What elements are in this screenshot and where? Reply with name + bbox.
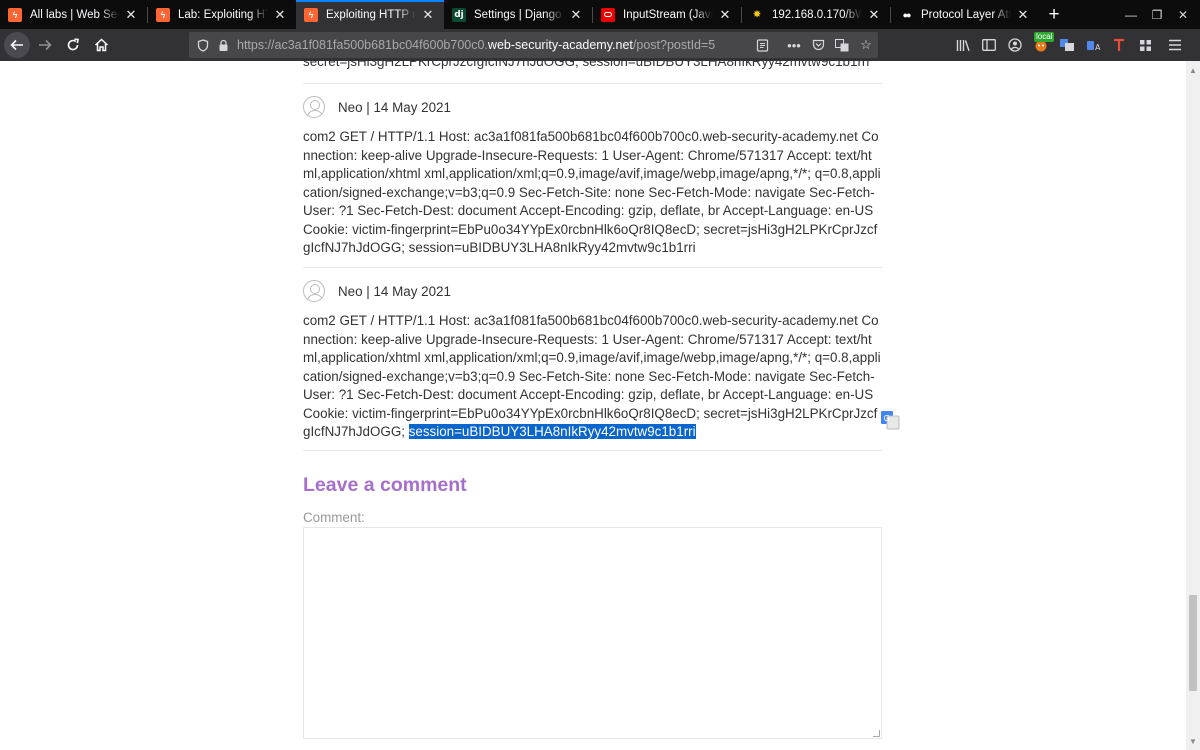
t-extension-icon[interactable] xyxy=(1106,31,1132,59)
textarea-resize-grip[interactable] xyxy=(873,730,880,737)
tab-title: InputStream (Java Platf xyxy=(623,8,713,21)
url-prefix: https://ac3a1f081fa500b681bc04f600b700c0… xyxy=(237,38,488,52)
avatar-icon xyxy=(303,280,325,302)
tab-bwapp[interactable]: ✸ 192.168.0.170/bWAPP/ ✕ xyxy=(742,0,890,29)
tab-django-settings[interactable]: dj Settings | Django docu ✕ xyxy=(444,0,592,29)
previous-comment-tail: secret=jsHi3gH2LPKrCprJzcfgIcfNJ7hJdOGG;… xyxy=(303,61,870,69)
tab-strip: ϟ All labs | Web Security ✕ ϟ Lab: Explo… xyxy=(0,0,1200,29)
toolbar-right: local A xyxy=(950,29,1188,61)
comment-divider xyxy=(303,450,882,451)
shield-icon[interactable] xyxy=(191,33,215,57)
library-icon[interactable] xyxy=(950,31,976,59)
close-icon[interactable]: ✕ xyxy=(123,7,139,23)
forward-arrow-icon xyxy=(39,39,52,51)
portswigger-icon: ϟ xyxy=(8,7,22,22)
url-path: /post?postId=5 xyxy=(632,38,716,52)
comment-item: Neo | 14 May 2021 com2 GET / HTTP/1.1 Ho… xyxy=(303,95,882,258)
nav-bar: https://ac3a1f081fa500b681bc04f600b700c0… xyxy=(0,29,1200,61)
svg-text:A: A xyxy=(1095,43,1101,52)
back-arrow-icon xyxy=(4,32,30,58)
reload-icon xyxy=(67,38,79,51)
tab-title: Lab: Exploiting HTTP re xyxy=(178,8,268,21)
comment-label: Comment: xyxy=(303,510,365,525)
close-icon[interactable]: ✕ xyxy=(1015,7,1031,23)
bee-icon: ✸ xyxy=(753,9,761,19)
new-tab-button[interactable]: + xyxy=(1039,0,1069,29)
svg-text:G: G xyxy=(884,414,890,423)
scroll-down-icon[interactable]: ▼ xyxy=(1186,734,1200,748)
forward-button[interactable] xyxy=(31,31,59,59)
tab-title: Protocol Layer Attack - xyxy=(921,8,1011,21)
close-icon[interactable]: ✕ xyxy=(272,7,288,23)
portswigger-icon: ϟ xyxy=(156,7,170,22)
tab-all-labs[interactable]: ϟ All labs | Web Security ✕ xyxy=(0,0,147,29)
comment-textarea[interactable] xyxy=(303,527,882,739)
scrollbar-thumb[interactable] xyxy=(1189,595,1197,691)
comment-author-date: Neo | 14 May 2021 xyxy=(338,283,451,299)
url-bar[interactable]: https://ac3a1f081fa500b681bc04f600b700c0… xyxy=(189,32,878,58)
home-icon xyxy=(94,38,108,52)
home-button[interactable] xyxy=(87,31,115,59)
comment-divider xyxy=(303,267,882,268)
url-text[interactable]: https://ac3a1f081fa500b681bc04f600b700c0… xyxy=(237,38,715,52)
translate-icon[interactable] xyxy=(830,33,854,57)
comment-header: Neo | 14 May 2021 xyxy=(303,95,882,119)
tab-title: 192.168.0.170/bWAPP/ xyxy=(772,8,862,21)
web-page: secret=jsHi3gH2LPKrCprJzcfgIcfNJ7hJdOGG;… xyxy=(0,61,1186,750)
tab-title: Exploiting HTTP reque xyxy=(326,8,416,21)
leave-comment-heading: Leave a comment xyxy=(303,474,467,496)
tab-lab-exploiting[interactable]: ϟ Lab: Exploiting HTTP re ✕ xyxy=(148,0,296,29)
portswigger-icon: ϟ xyxy=(304,7,318,22)
back-button[interactable] xyxy=(3,31,31,59)
reload-button[interactable] xyxy=(59,31,87,59)
comment-item: Neo | 14 May 2021 com2 GET / HTTP/1.1 Ho… xyxy=(303,279,882,442)
reader-view-icon[interactable] xyxy=(750,33,774,57)
close-icon[interactable]: ✕ xyxy=(420,7,436,23)
translate-extension-icon[interactable] xyxy=(1054,31,1080,59)
comment-divider xyxy=(303,83,882,84)
comment-text: com2 GET / HTTP/1.1 Host: ac3a1f081fa500… xyxy=(303,313,881,440)
wappalyzer-icon[interactable]: A xyxy=(1080,31,1106,59)
page-actions-icon[interactable]: ••• xyxy=(782,33,806,57)
comment-header: Neo | 14 May 2021 xyxy=(303,279,882,303)
extension-badge: local xyxy=(1034,32,1055,42)
close-icon[interactable]: ✕ xyxy=(717,7,733,23)
comment-body: com2 GET / HTTP/1.1 Host: ac3a1f081fa500… xyxy=(303,312,882,442)
pocket-icon[interactable] xyxy=(806,33,830,57)
selected-text[interactable]: session=uBIDBUY3LHA8nIkRyy42mvtw9c1b1rri xyxy=(408,424,696,440)
bookmark-star-icon[interactable]: ☆ xyxy=(854,33,878,57)
scroll-up-icon[interactable]: ▲ xyxy=(1186,63,1200,77)
comment-body: com2 GET / HTTP/1.1 Host: ac3a1f081fa500… xyxy=(303,128,882,258)
tab-protocol-layer-attack[interactable]: ●● Protocol Layer Attack - ✕ xyxy=(891,0,1039,29)
extensions-grid-icon[interactable] xyxy=(1132,31,1158,59)
comment-author-date: Neo | 14 May 2021 xyxy=(338,99,451,115)
close-icon[interactable]: ✕ xyxy=(866,7,882,23)
django-icon: dj xyxy=(452,7,466,22)
foxyproxy-extension-icon[interactable]: local xyxy=(1028,31,1055,59)
protocol-icon: ●● xyxy=(902,9,912,20)
lock-icon[interactable] xyxy=(215,33,231,57)
comment-text: com2 GET / HTTP/1.1 Host: ac3a1f081fa500… xyxy=(303,129,881,256)
oracle-icon xyxy=(601,7,615,22)
url-domain: web-security-academy.net xyxy=(487,38,633,52)
close-window-icon[interactable]: ✕ xyxy=(1160,0,1200,29)
avatar-icon xyxy=(303,96,325,118)
page-scrollbar[interactable]: ▲ ▼ xyxy=(1186,61,1200,750)
tab-title: All labs | Web Security xyxy=(30,8,119,21)
translate-popup-icon[interactable]: G xyxy=(880,410,900,430)
close-icon[interactable]: ✕ xyxy=(568,7,584,23)
tab-title: Settings | Django docu xyxy=(474,8,564,21)
sidebar-icon[interactable] xyxy=(976,31,1002,59)
tab-inputstream-java[interactable]: InputStream (Java Platf ✕ xyxy=(593,0,741,29)
tab-exploiting-http-active[interactable]: ϟ Exploiting HTTP reque ✕ xyxy=(296,0,444,29)
menu-hamburger-icon[interactable] xyxy=(1162,31,1188,59)
account-icon[interactable] xyxy=(1002,31,1028,59)
